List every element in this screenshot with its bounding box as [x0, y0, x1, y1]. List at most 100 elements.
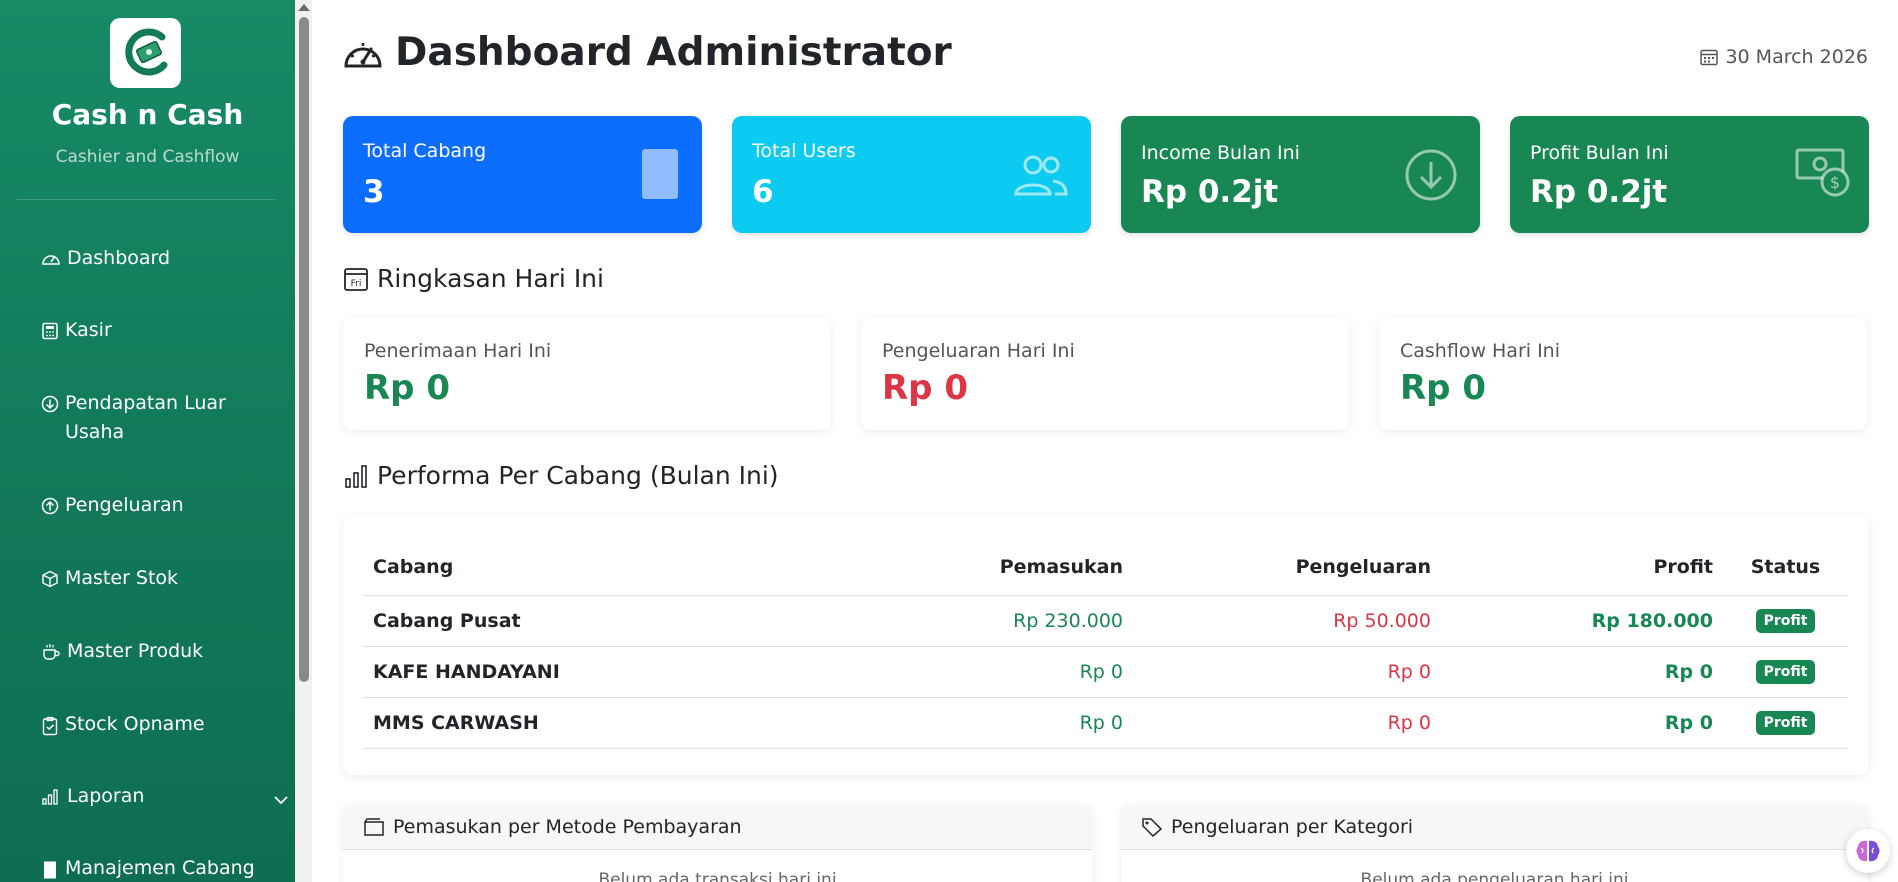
brand-title: Cash n Cash	[51, 98, 244, 131]
svg-text:$: $	[1830, 173, 1840, 192]
summary-label: Pengeluaran Hari Ini	[882, 340, 1075, 362]
cell-pengeluaran: Rp 50.000	[1133, 595, 1441, 647]
bar-chart-icon	[42, 789, 58, 805]
scroll-up-arrow[interactable]	[298, 4, 310, 11]
table-row: KAFE HANDAYANI Rp 0 Rp 0 Rp 0 Profit	[363, 646, 1848, 698]
sidebar-item-stock-opname[interactable]: Stock Opname	[41, 710, 261, 739]
panel-header: Pengeluaran per Kategori	[1121, 805, 1868, 850]
sidebar-divider	[17, 199, 275, 200]
sidebar-item-label: Laporan	[67, 785, 145, 807]
stat-label: Profit Bulan Ini	[1530, 142, 1669, 164]
bar-chart-icon	[345, 464, 367, 488]
stat-card-cabang: Total Cabang 3	[343, 116, 702, 233]
summary-card-penerimaan: Penerimaan Hari Ini Rp 0	[343, 318, 831, 430]
sidebar-item-label: Manajemen Cabang	[65, 857, 255, 879]
sidebar-item-label: Pengeluaran	[65, 494, 184, 516]
wallet-icon	[364, 818, 384, 836]
performance-title: Performa Per Cabang (Bulan Ini)	[377, 461, 779, 490]
box-icon	[42, 570, 58, 588]
ai-assistant-button[interactable]	[1846, 829, 1890, 873]
stat-value: 6	[752, 174, 774, 210]
speedometer-icon	[42, 255, 60, 265]
sidebar: Cash n Cash Cashier and Cashflow Dashboa…	[0, 0, 295, 882]
cell-status: Profit	[1723, 697, 1848, 749]
cell-pemasukan: Rp 0	[833, 697, 1133, 749]
page-title: Dashboard Administrator	[343, 30, 952, 75]
col-cabang: Cabang	[363, 540, 833, 596]
col-profit: Profit	[1441, 540, 1723, 596]
stat-card-income: Income Bulan Ini Rp 0.2jt	[1121, 116, 1480, 233]
cell-cabang: KAFE HANDAYANI	[363, 646, 833, 698]
sidebar-item-kasir[interactable]: Kasir	[41, 316, 261, 345]
stat-value: 3	[363, 174, 385, 210]
cell-pemasukan: Rp 0	[833, 646, 1133, 698]
col-pengeluaran: Pengeluaran	[1133, 540, 1441, 596]
cell-pengeluaran: Rp 0	[1133, 697, 1441, 749]
stat-label: Total Users	[752, 140, 856, 162]
sidebar-item-label: Stock Opname	[65, 713, 205, 735]
cell-cabang: MMS CARWASH	[363, 697, 833, 749]
sidebar-item-label: Pendapatan Luar Usaha	[65, 392, 226, 443]
tag-icon	[1142, 818, 1163, 837]
summary-value: Rp 0	[364, 368, 451, 408]
cash-logo-icon	[124, 28, 167, 76]
status-badge: Profit	[1755, 711, 1816, 735]
calendar-day-label: Fri	[351, 279, 362, 289]
sidebar-item-label: Dashboard	[67, 247, 171, 269]
brand-subtitle: Cashier and Cashflow	[55, 147, 240, 167]
summary-heading: Fri Ringkasan Hari Ini	[343, 264, 604, 293]
status-badge: Profit	[1755, 660, 1816, 684]
sidebar-item-label: Master Stok	[65, 567, 179, 589]
cash-coin-icon: $	[1795, 148, 1850, 197]
brand-logo[interactable]	[110, 18, 181, 88]
brain-icon	[1856, 840, 1880, 862]
cell-pengeluaran: Rp 0	[1133, 646, 1441, 698]
sidebar-item-master-stok[interactable]: Master Stok	[41, 564, 261, 593]
scrollbar-thumb[interactable]	[299, 17, 309, 682]
calculator-icon	[42, 322, 58, 340]
sidebar-item-label: Kasir	[65, 319, 112, 341]
sidebar-item-master-produk[interactable]: Master Produk	[41, 637, 261, 666]
building-icon	[642, 149, 678, 199]
sidebar-item-manajemen-cabang[interactable]: Manajemen Cabang	[41, 854, 261, 882]
status-badge: Profit	[1755, 609, 1816, 633]
arrow-down-circle-icon	[41, 395, 59, 413]
arrow-up-circle-icon	[41, 497, 59, 515]
cell-profit: Rp 0	[1441, 697, 1723, 749]
panel-metode-pembayaran: Pemasukan per Metode Pembayaran Belum ad…	[343, 805, 1092, 882]
sidebar-item-pendapatan[interactable]: Pendapatan Luar Usaha	[41, 389, 261, 447]
panel-title: Pemasukan per Metode Pembayaran	[393, 816, 742, 838]
empty-message: Belum ada transaksi hari ini	[598, 870, 837, 882]
performance-card: Cabang Pemasukan Pengeluaran Profit Stat…	[343, 515, 1868, 775]
calendar-day-icon: Fri	[344, 267, 368, 291]
stat-card-profit: Profit Bulan Ini Rp 0.2jt $	[1510, 116, 1869, 233]
date-text: 30 March 2026	[1725, 46, 1868, 68]
page-title-text: Dashboard Administrator	[395, 30, 952, 75]
summary-title: Ringkasan Hari Ini	[377, 264, 604, 293]
stat-card-users: Total Users 6	[732, 116, 1091, 233]
current-date: 30 March 2026	[1699, 46, 1868, 68]
summary-card-cashflow: Cashflow Hari Ini Rp 0	[1379, 318, 1867, 430]
sidebar-item-dashboard[interactable]: Dashboard	[41, 244, 261, 273]
summary-label: Penerimaan Hari Ini	[364, 340, 552, 362]
performance-table: Cabang Pemasukan Pengeluaran Profit Stat…	[363, 540, 1848, 749]
col-pemasukan: Pemasukan	[833, 540, 1133, 596]
panel-pengeluaran-kategori: Pengeluaran per Kategori Belum ada penge…	[1121, 805, 1868, 882]
summary-card-pengeluaran: Pengeluaran Hari Ini Rp 0	[861, 318, 1349, 430]
table-header-row: Cabang Pemasukan Pengeluaran Profit Stat…	[363, 540, 1848, 596]
chevron-down-icon[interactable]	[273, 792, 289, 808]
cell-status: Profit	[1723, 646, 1848, 698]
stat-label: Income Bulan Ini	[1141, 142, 1300, 164]
calendar-icon	[1700, 49, 1719, 66]
stat-value: Rp 0.2jt	[1530, 174, 1668, 210]
summary-value: Rp 0	[1400, 368, 1487, 408]
sidebar-item-laporan[interactable]: Laporan	[41, 782, 288, 811]
people-icon	[1014, 155, 1068, 196]
arrow-down-circle-icon	[1405, 149, 1457, 201]
cell-profit: Rp 180.000	[1441, 595, 1723, 647]
summary-value: Rp 0	[882, 368, 969, 408]
sidebar-scrollbar[interactable]	[295, 0, 312, 882]
stat-label: Total Cabang	[363, 140, 487, 162]
sidebar-item-pengeluaran[interactable]: Pengeluaran	[41, 491, 261, 520]
speedometer-icon	[344, 42, 382, 67]
